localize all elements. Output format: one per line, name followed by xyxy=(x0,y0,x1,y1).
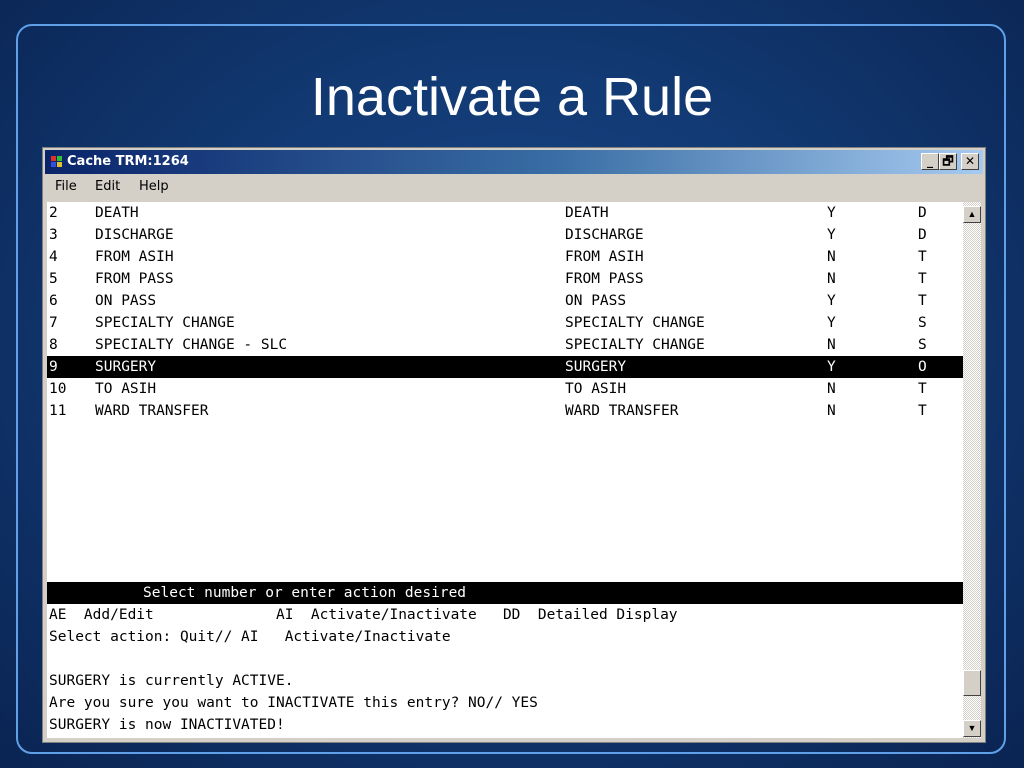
prompt-bar: Select number or enter action desired xyxy=(47,582,963,604)
row-type: SPECIALTY CHANGE xyxy=(565,315,705,331)
row-name: TO ASIH xyxy=(95,381,157,397)
row-num: 8 xyxy=(49,337,58,353)
row-code: O xyxy=(918,359,927,375)
row-code: S xyxy=(918,337,927,353)
slide-title: Inactivate a Rule xyxy=(310,67,714,127)
close-button[interactable]: ✕ xyxy=(961,153,979,170)
row-num: 7 xyxy=(49,315,58,331)
menu-file[interactable]: File xyxy=(55,179,77,194)
row-name: WARD TRANSFER xyxy=(95,403,209,419)
row-flag: Y xyxy=(827,293,836,309)
console-line: SURGERY is currently ACTIVE. xyxy=(49,673,294,689)
row-num: 5 xyxy=(49,271,58,287)
row-type: TO ASIH xyxy=(565,381,627,397)
row-code: D xyxy=(918,227,927,243)
scroll-down-icon[interactable]: ▼ xyxy=(963,720,981,737)
row-flag: N xyxy=(827,403,836,419)
scroll-up-icon[interactable]: ▲ xyxy=(963,206,981,223)
row-type: SURGERY xyxy=(565,359,627,375)
row-num: 2 xyxy=(49,205,58,221)
row-type: FROM ASIH xyxy=(565,249,644,265)
table-row[interactable]: 2 DEATH DEATH Y D xyxy=(47,202,963,224)
menu-bar: File Edit Help xyxy=(45,176,983,198)
row-name: FROM ASIH xyxy=(95,249,174,265)
row-name: ON PASS xyxy=(95,293,157,309)
app-icon xyxy=(51,156,63,168)
row-flag: Y xyxy=(827,227,836,243)
table-row[interactable]: 6 ON PASS ON PASS Y T xyxy=(47,290,963,312)
row-type: ON PASS xyxy=(565,293,627,309)
row-name: DISCHARGE xyxy=(95,227,174,243)
row-code: T xyxy=(918,249,927,265)
row-num: 10 xyxy=(49,381,67,397)
menu-help[interactable]: Help xyxy=(139,179,169,194)
table-row[interactable]: 10 TO ASIH TO ASIH N T xyxy=(47,378,963,400)
scroll-thumb[interactable] xyxy=(963,670,981,696)
table-row[interactable]: 11 WARD TRANSFER WARD TRANSFER N T xyxy=(47,400,963,422)
row-code: D xyxy=(918,205,927,221)
row-num: 4 xyxy=(49,249,58,265)
row-flag: Y xyxy=(827,205,836,221)
row-name: FROM PASS xyxy=(95,271,174,287)
row-type: DISCHARGE xyxy=(565,227,644,243)
row-code: T xyxy=(918,271,927,287)
row-flag: N xyxy=(827,381,836,397)
window-title: Cache TRM:1264 xyxy=(67,154,189,169)
row-type: DEATH xyxy=(565,205,609,221)
row-num: 11 xyxy=(49,403,67,419)
vertical-scrollbar[interactable]: ▲ ▼ xyxy=(963,202,981,738)
table-row[interactable]: 8 SPECIALTY CHANGE - SLC SPECIALTY CHANGE N… xyxy=(47,334,963,356)
window-titlebar[interactable]: Cache TRM:1264 _ 🗗 ✕ xyxy=(45,150,983,174)
restore-button[interactable]: 🗗 xyxy=(939,153,957,170)
row-flag: N xyxy=(827,337,836,353)
table-row[interactable]: 7 SPECIALTY CHANGE SPECIALTY CHANGE Y S xyxy=(47,312,963,334)
row-flag: N xyxy=(827,271,836,287)
row-name: SPECIALTY CHANGE xyxy=(95,315,235,331)
console-line: SURGERY is now INACTIVATED! xyxy=(49,717,285,733)
row-num: 9 xyxy=(49,359,58,375)
console-line: Are you sure you want to INACTIVATE this… xyxy=(49,695,538,711)
table-row[interactable]: 4 FROM ASIH FROM ASIH N T xyxy=(47,246,963,268)
row-type: WARD TRANSFER xyxy=(565,403,679,419)
row-name: DEATH xyxy=(95,205,139,221)
menu-edit[interactable]: Edit xyxy=(95,179,120,194)
row-type: SPECIALTY CHANGE xyxy=(565,337,705,353)
minimize-button[interactable]: _ xyxy=(921,153,939,170)
row-code: S xyxy=(918,315,927,331)
table-row[interactable]: 9 SURGERY SURGERY Y O xyxy=(47,356,963,378)
row-type: FROM PASS xyxy=(565,271,644,287)
row-code: T xyxy=(918,403,927,419)
row-flag: Y xyxy=(827,315,836,331)
row-name: SURGERY xyxy=(95,359,157,375)
actions-line: AE Add/Edit AI Activate/Inactivate DD De… xyxy=(49,607,678,623)
row-flag: Y xyxy=(827,359,836,375)
console-line: Select action: Quit// AI Activate/Inacti… xyxy=(49,629,451,645)
row-num: 6 xyxy=(49,293,58,309)
table-row[interactable]: 3 DISCHARGE DISCHARGE Y D xyxy=(47,224,963,246)
terminal-window: Cache TRM:1264 _ 🗗 ✕ File Edit Help 2 DEA… xyxy=(42,147,986,743)
row-code: T xyxy=(918,381,927,397)
terminal-screen[interactable]: 2 DEATH DEATH Y D 3 DISCHARGE DISCHARGE Y D 4 FROM … xyxy=(47,202,963,738)
row-name: SPECIALTY CHANGE - SLC xyxy=(95,337,288,353)
row-flag: N xyxy=(827,249,836,265)
row-num: 3 xyxy=(49,227,58,243)
row-code: T xyxy=(918,293,927,309)
table-row[interactable]: 5 FROM PASS FROM PASS N T xyxy=(47,268,963,290)
